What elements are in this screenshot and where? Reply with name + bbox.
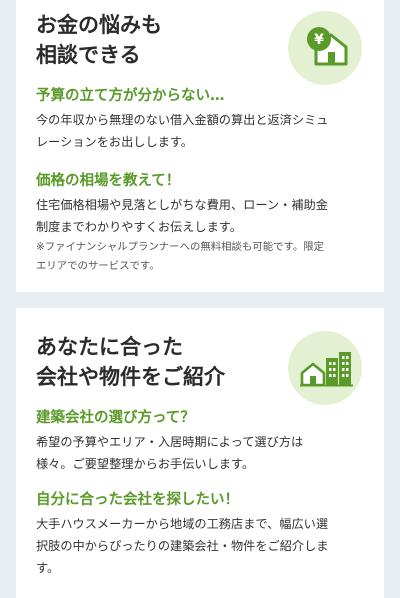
price-text-line1: 住宅価格相場や見落としがちな費用、ローン・補助金	[36, 198, 328, 212]
note-line1: ※ファイナンシャルプランナーへの無料相談も可能です。限定	[36, 241, 325, 253]
budget-question-text: 今の年収から無理のない借入金額の算出と返済シミュ レーションをお出しします。	[36, 109, 372, 153]
price-question-heading: 価格の相場を教えて！	[36, 173, 181, 189]
budget-question-heading: 予算の立て方が分からない…	[36, 88, 225, 104]
consultation-title-line2: 相談できる	[36, 43, 141, 67]
consultation-card: お金の悩みも 相談できる ¥ 予算の立て方が分からない… 今の年収から無理のない…	[16, 0, 384, 292]
find-text-line2: 択肢の中からぴったりの建築会社・物件をご紹介しま	[36, 539, 329, 553]
fp-consultation-note: ※ファイナンシャルプランナーへの無料相談も可能です。限定 エリアでのサービスです…	[36, 238, 376, 276]
note-line2: エリアでのサービスです。	[36, 260, 160, 272]
builder-text-line2: 様々。ご要望整理からお手伝いします。	[36, 457, 255, 471]
find-company-heading: 自分に合った会社を探したい！	[36, 492, 239, 508]
yen-house-icon: ¥	[288, 11, 362, 85]
introduction-title-line2: 会社や物件をご紹介	[36, 365, 225, 389]
builder-text-line1: 希望の予算やエリア・入居時期によって選び方は	[36, 435, 304, 449]
budget-text-line2: レーションをお出しします。	[36, 135, 193, 149]
price-question-text: 住宅価格相場や見落としがちな費用、ローン・補助金 制度までわかりやすくお伝えしま…	[36, 194, 372, 238]
price-text-line2: 制度までわかりやすくお伝えします。	[36, 220, 242, 234]
svg-text:¥: ¥	[314, 32, 324, 48]
introduction-card: あなたに合った 会社や物件をご紹介 建築会社の選び方って？ 希望の予算やエリア・…	[16, 308, 384, 598]
find-text-line3: す。	[36, 561, 60, 575]
budget-text-line1: 今の年収から無理のない借入金額の算出と返済シミュ	[36, 113, 329, 127]
house-buildings-icon	[288, 331, 362, 405]
consultation-title: お金の悩みも 相談できる	[36, 10, 162, 70]
find-company-text: 大手ハウスメーカーから地域の工務店まで、幅広い選 択肢の中からぴったりの建築会社…	[36, 513, 372, 579]
builder-choice-heading: 建築会社の選び方って？	[36, 410, 195, 426]
find-text-line1: 大手ハウスメーカーから地域の工務店まで、幅広い選	[36, 517, 329, 531]
builder-choice-text: 希望の予算やエリア・入居時期によって選び方は 様々。ご要望整理からお手伝いします…	[36, 431, 372, 475]
consultation-title-line1: お金の悩みも	[36, 13, 162, 37]
introduction-title-line1: あなたに合った	[36, 335, 183, 359]
introduction-title: あなたに合った 会社や物件をご紹介	[36, 332, 225, 392]
